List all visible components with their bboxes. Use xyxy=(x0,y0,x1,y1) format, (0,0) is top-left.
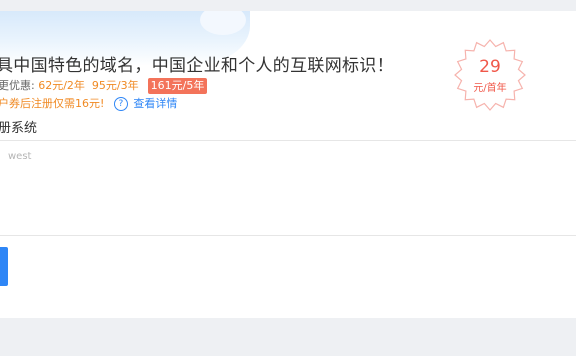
page-headline: 具中国特色的域名，中国企业和个人的互联网标识！ xyxy=(0,56,394,76)
question-circle-icon[interactable]: ? xyxy=(113,97,128,111)
pricing-row: 更优惠: 62元/2年 95元/3年 161元/5年 xyxy=(0,78,208,94)
pricing-label: 更优惠: xyxy=(0,79,35,92)
price-3yr: 95元/3年 xyxy=(91,79,139,92)
divider-bottom xyxy=(0,235,576,236)
coupon-row: 户券后注册仅需16元! ? 查看详情 xyxy=(0,96,177,112)
domain-input[interactable] xyxy=(0,141,576,235)
badge-unit: 元/首年 xyxy=(473,83,507,94)
register-section-title: 册系统 xyxy=(0,121,38,136)
submit-button[interactable] xyxy=(0,247,8,286)
coupon-text: 户券后注册仅需16元! xyxy=(0,97,105,110)
first-year-price-badge: 29 元/首年 xyxy=(454,39,526,111)
domain-register-panel: 具中国特色的域名，中国企业和个人的互联网标识！ 更优惠: 62元/2年 95元/… xyxy=(0,11,576,318)
price-2yr: 62元/2年 xyxy=(38,79,85,92)
view-details-link[interactable]: 查看详情 xyxy=(133,97,177,110)
price-5yr-badge: 161元/5年 xyxy=(147,78,208,94)
badge-price: 29 xyxy=(479,57,501,77)
